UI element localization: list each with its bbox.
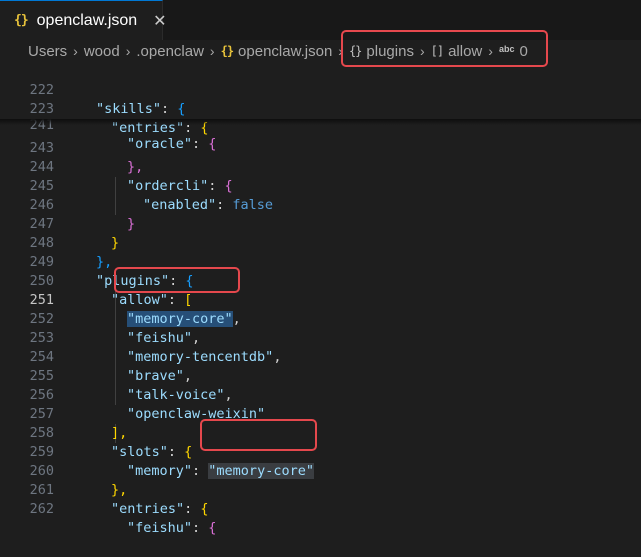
breadcrumb-plugins[interactable]: plugins bbox=[366, 43, 414, 60]
chevron-right-icon: › bbox=[488, 43, 493, 59]
json-file-icon: {} bbox=[14, 13, 29, 28]
code-line: 247 } bbox=[29, 216, 120, 251]
code-line: 259 "memory": "memory-core" bbox=[29, 444, 314, 479]
tab-openclaw-json[interactable]: {} openclaw.json ✕ bbox=[0, 0, 167, 40]
object-icon: {} bbox=[348, 44, 362, 58]
chevron-right-icon: › bbox=[338, 43, 343, 59]
breadcrumb-openclaw-json[interactable]: openclaw.json bbox=[238, 43, 332, 60]
tab-label: openclaw.json bbox=[36, 11, 138, 29]
tab-bar: {} openclaw.json ✕ bbox=[0, 0, 641, 41]
code-line: 245 "enabled": false bbox=[29, 178, 274, 213]
code-line: 254 "brave", bbox=[29, 349, 193, 384]
code-line: 241 "oracle": { bbox=[29, 117, 217, 152]
code-line: 248 }, bbox=[29, 235, 113, 270]
code-line: 244 "ordercli": { bbox=[29, 159, 233, 194]
chevron-right-icon: › bbox=[125, 43, 131, 59]
code-line: 249 "plugins": { bbox=[29, 254, 194, 289]
breadcrumb-allow[interactable]: allow bbox=[448, 43, 482, 60]
close-icon[interactable]: ✕ bbox=[153, 11, 166, 31]
code-line: 252 "feishu", bbox=[29, 311, 201, 346]
code-line: 250 "allow": [ bbox=[29, 273, 193, 308]
chevron-right-icon: › bbox=[73, 43, 78, 59]
breadcrumb-wood[interactable]: wood bbox=[84, 43, 120, 60]
code-line-current: 251 "memory-core", bbox=[29, 292, 241, 327]
breadcrumb-openclaw-folder[interactable]: .openclaw bbox=[136, 43, 204, 60]
code-line: 257 ], bbox=[29, 406, 128, 441]
breadcrumb-index-0[interactable]: 0 bbox=[519, 43, 527, 60]
code-line: 255 "talk-voice", bbox=[29, 368, 233, 403]
breadcrumb-users[interactable]: Users bbox=[28, 43, 67, 60]
code-line: 260 }, bbox=[29, 463, 128, 498]
json-file-icon: {} bbox=[220, 44, 234, 58]
code-line: 222 "skills": { bbox=[29, 82, 186, 117]
code-line: 262 "feishu": { bbox=[29, 501, 217, 536]
code-line: 243 }, bbox=[29, 140, 144, 175]
breadcrumb: Users › wood › .openclaw › {} openclaw.j… bbox=[0, 40, 641, 62]
array-icon: [] bbox=[430, 44, 444, 58]
string-icon: abc bbox=[498, 44, 515, 54]
code-line: 253 "memory-tencentdb", bbox=[29, 330, 282, 365]
code-line: 256 "openclaw-weixin" bbox=[29, 387, 266, 422]
code-line: 246 } bbox=[29, 197, 136, 232]
chevron-right-icon: › bbox=[419, 43, 425, 59]
code-editor[interactable]: 222 "skills": { 223 "entries": { 241 "or… bbox=[0, 62, 641, 536]
code-line: 261 "entries": { bbox=[29, 482, 209, 517]
chevron-right-icon: › bbox=[209, 43, 215, 59]
code-line: 258 "slots": { bbox=[29, 425, 193, 460]
